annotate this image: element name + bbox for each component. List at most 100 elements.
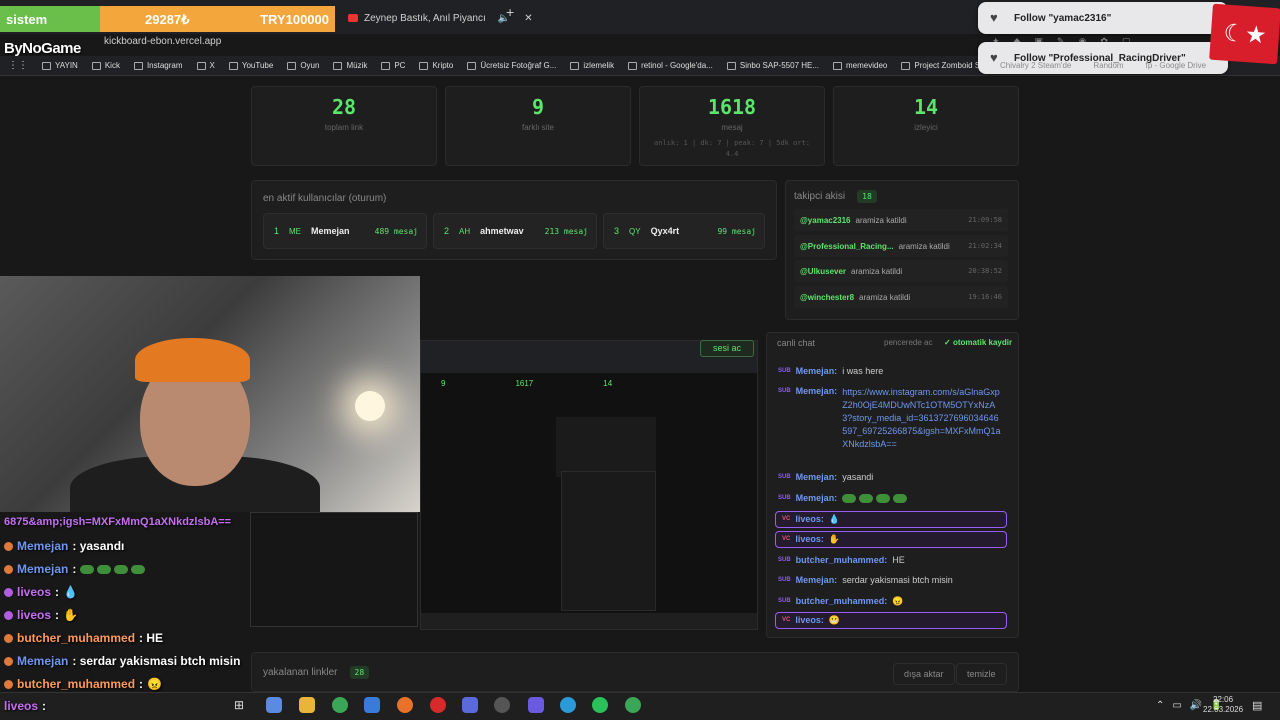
- folder-icon: [467, 61, 477, 70]
- folder-icon: [196, 61, 206, 70]
- live-chat-title: canli chat: [777, 338, 816, 348]
- firefox-icon[interactable]: [397, 697, 413, 713]
- stat-value: 14: [913, 95, 939, 119]
- avatar: ME: [289, 226, 302, 236]
- follow-notification: ♥ Follow "yamac2316": [978, 2, 1228, 34]
- address-bar[interactable]: kickboard-ebon.vercel.app: [104, 36, 221, 47]
- chat-link[interactable]: https://www.instagram.com/s/aGlnaGxpZ2h0…: [842, 386, 1002, 451]
- overlay-chat-row: liveos:: [4, 699, 47, 713]
- emote-icon: 😠: [892, 596, 904, 606]
- active-users-title: en aktif kullanıcılar (oturum): [263, 193, 387, 204]
- donation-goal-bar: sistem 29287₺ TRY100000: [0, 6, 335, 32]
- overlay-chat-row: Memejan: serdar yakismasi btch misin: [4, 654, 240, 668]
- notification-text: Follow "yamac2316": [1014, 12, 1112, 24]
- goal-current: 29287₺: [145, 12, 190, 27]
- active-user-row[interactable]: 3 QY Qyx4rt 99 mesaj: [603, 213, 765, 249]
- bookmark-item[interactable]: Kripto: [419, 61, 453, 70]
- follower-row: @winchester8 aramiza katildi 19:16:46: [794, 286, 1008, 308]
- mini-capture-preview: [250, 512, 418, 627]
- chat-message: SUB Memejan:: [778, 493, 1006, 504]
- live-chat-panel: [766, 332, 1019, 638]
- overlay-chat-fragment: 6875&amp;igsh=MXFxMmQ1aXNkdzlsbA==: [4, 516, 232, 528]
- bookmark-item[interactable]: PC: [381, 61, 405, 70]
- chat-message: SUB Memejan: https://www.instagram.com/s/a…: [778, 386, 1002, 451]
- obs-icon[interactable]: [494, 697, 510, 713]
- tab-title: Zeynep Bastık, Anıl Piyancı: [364, 12, 486, 24]
- copilot-icon[interactable]: [266, 697, 282, 713]
- mail-icon[interactable]: [364, 697, 380, 713]
- overlay-chat-row: Memejan:: [4, 562, 148, 576]
- folder-icon: [42, 61, 51, 70]
- sound-toggle-button[interactable]: sesi ac: [700, 340, 754, 357]
- apps-icon[interactable]: ⋮⋮: [8, 60, 28, 71]
- chat-message: SUB Memejan: serdar yakismasi btch misin: [778, 575, 953, 585]
- popout-button[interactable]: pencerede ac: [884, 338, 932, 347]
- follower-row: @yamac2316 aramiza katildi 21:09:58: [794, 209, 1008, 231]
- task-view-icon[interactable]: ⊞: [234, 698, 244, 712]
- export-button[interactable]: dışa aktar: [893, 663, 955, 685]
- emote-icon: 😠: [147, 677, 162, 691]
- new-tab-button[interactable]: +: [506, 4, 514, 20]
- clock[interactable]: 22:06 22.03.2026: [1203, 695, 1243, 715]
- emote-icon: 💧: [63, 585, 78, 599]
- overlay-chat-row: Memejan: yasandı: [4, 539, 124, 553]
- bookmark-item[interactable]: X: [196, 61, 215, 70]
- followers-header: takipci akisi 18: [794, 190, 877, 203]
- emote-icon: 💧: [828, 514, 841, 524]
- emote-icon: 😬: [828, 615, 841, 625]
- bookmark-item[interactable]: Project Zomboid St...: [901, 61, 989, 70]
- followers-count: 18: [857, 190, 877, 203]
- bookmark-item[interactable]: Oyun: [287, 61, 319, 70]
- discord-icon[interactable]: [528, 697, 544, 713]
- stat-label: mesaj: [721, 123, 743, 132]
- goal-target: TRY100000: [260, 12, 329, 27]
- stat-total-links: 28 toplam link: [251, 86, 437, 166]
- avatar: AH: [459, 226, 471, 236]
- opera-icon[interactable]: [430, 697, 446, 713]
- stat-messages: 1618 mesaj anlık: 1 | dk: 7 | peak: 7 | …: [639, 86, 825, 166]
- folder-icon: [287, 61, 297, 70]
- app-icon[interactable]: [462, 697, 478, 713]
- bookmark-item[interactable]: Kick: [91, 61, 120, 70]
- telegram-icon[interactable]: [560, 697, 576, 713]
- bookmark-item[interactable]: Instagram: [133, 61, 183, 70]
- brand-logo: ByNoGame: [4, 40, 81, 57]
- follower-row: @Professional_Racing... aramiza katildi 21…: [794, 235, 1008, 257]
- emote-icon: ✋: [828, 534, 841, 544]
- goal-label: sistem: [0, 6, 100, 32]
- bookmark-item[interactable]: YAYIN: [42, 61, 78, 70]
- follower-row: @Ulkusever aramiza katildi 20:38:52: [794, 260, 1008, 282]
- stat-label: toplam link: [324, 123, 364, 132]
- chrome-alt-icon[interactable]: [625, 697, 641, 713]
- screen-capture-preview: 9 1617 14: [420, 340, 758, 630]
- bookmark-item[interactable]: retinol - Google'da...: [628, 61, 713, 70]
- folder-icon: [333, 61, 343, 70]
- active-user-row[interactable]: 2 AH ahmetwav 213 mesaj: [433, 213, 597, 249]
- bookmark-item[interactable]: Sinbo SAP-5507 HE...: [726, 61, 819, 70]
- chrome-icon[interactable]: [332, 697, 348, 713]
- stat-label: izleyici: [914, 123, 938, 132]
- bookmark-item[interactable]: izlemelik: [570, 61, 614, 70]
- faded-bookmarks: Chivalry 2 Steam'de Random fp - Google D…: [1000, 61, 1207, 70]
- close-tab-icon[interactable]: ✕: [524, 13, 532, 24]
- youtube-icon: [348, 14, 358, 22]
- clear-button[interactable]: temizle: [956, 663, 1007, 685]
- active-user-row[interactable]: 1 ME Memejan 489 mesaj: [263, 213, 427, 249]
- file-explorer-icon[interactable]: [299, 697, 315, 713]
- chat-message-highlighted: VC liveos: 💧: [775, 511, 1007, 528]
- whatsapp-icon[interactable]: [592, 697, 608, 713]
- notification-center-icon[interactable]: ▤: [1252, 699, 1262, 712]
- stat-value: 9: [531, 95, 545, 119]
- folder-icon: [901, 61, 911, 70]
- overlay-chat-row: butcher_muhammed: 😠: [4, 677, 162, 691]
- bookmark-item[interactable]: YouTube: [228, 61, 273, 70]
- browser-tab[interactable]: Zeynep Bastık, Anıl Piyancı 🔈 ✕: [348, 4, 533, 32]
- overlay-chat-row: liveos: 💧: [4, 585, 78, 599]
- bookmark-item[interactable]: memevideo: [833, 61, 887, 70]
- stat-label: farklı site: [521, 123, 554, 132]
- bookmark-item[interactable]: Ücretsiz Fotoğraf G...: [467, 61, 556, 70]
- links-count: 28: [349, 666, 370, 679]
- bookmark-item[interactable]: Müzik: [333, 61, 367, 70]
- emote-icon: [80, 562, 148, 576]
- autoscroll-toggle[interactable]: ✓ otomatik kaydir: [944, 338, 1012, 347]
